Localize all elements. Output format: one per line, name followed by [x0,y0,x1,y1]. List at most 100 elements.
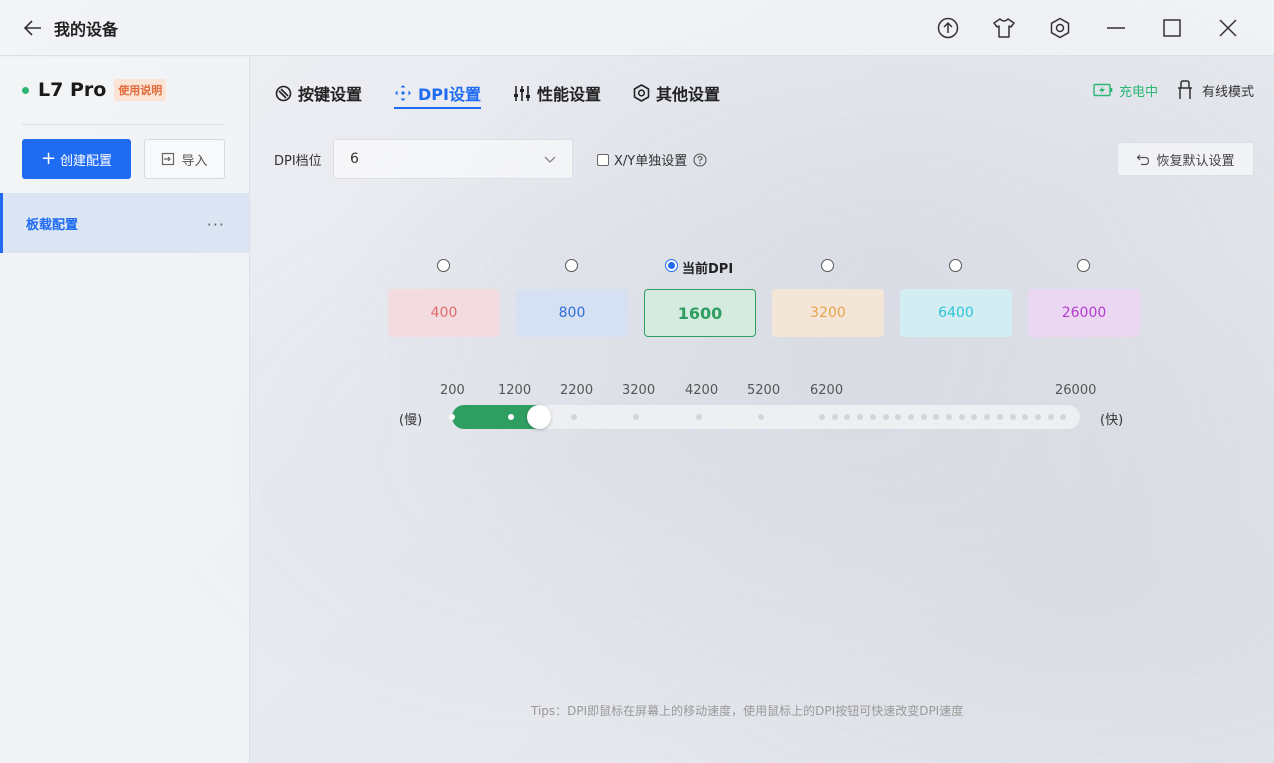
tab-label: DPI设置 [418,85,481,104]
dpi-preset-radio[interactable] [565,259,578,272]
dpi-icon [395,85,412,101]
import-label: 导入 [181,153,208,169]
more-options-icon[interactable]: ··· [207,215,225,234]
connection-mode: 有线模式 [1176,80,1254,100]
upload-icon[interactable] [920,0,976,56]
import-button[interactable]: 导入 [144,139,225,179]
sliders-icon [513,85,530,101]
slider-step-dot [832,414,838,420]
slider-tick-label: 6200 [810,383,844,398]
dpi-preset-radio[interactable] [949,259,962,272]
undo-icon [1137,154,1150,166]
manual-link[interactable]: 使用说明 [114,79,167,101]
reset-default-label: 恢复默认设置 [1156,153,1235,169]
slider-step-dot [508,414,514,420]
slider-step-dot [921,414,927,420]
tab-performance-settings[interactable]: 性能设置 [513,78,601,108]
settings-hexagon-icon[interactable] [1032,0,1088,56]
slider-step-dot [933,414,939,420]
window-title: 我的设备 [54,19,119,39]
import-icon [162,152,175,166]
config-item-label: 板载配置 [26,217,79,233]
slider-step-dot [1060,414,1066,420]
slider-max-label: (快) [1100,413,1124,428]
slider-step-dot [449,414,455,420]
connection-status-dot [22,86,29,94]
maximize-icon[interactable] [1144,0,1200,56]
device-name: L7 Pro [38,79,107,101]
slider-step-dot [946,414,952,420]
slider-tick-label: 26000 [1055,383,1097,398]
reset-default-button[interactable]: 恢复默认设置 [1117,142,1254,176]
slider-step-dot [1035,414,1041,420]
slider-step-dot [971,414,977,420]
minimize-icon[interactable] [1088,0,1144,56]
slider-step-dot [1022,414,1028,420]
slider-step-dot [870,414,876,420]
xy-separate-checkbox[interactable] [597,153,609,166]
slider-step-dot [883,414,889,420]
dpi-level-select[interactable]: 6 [333,139,573,179]
chevron-down-icon [544,156,556,163]
config-item-onboard[interactable]: 板载配置 ··· [0,193,249,253]
slider-step-dot [633,414,639,420]
tab-dpi-settings[interactable]: DPI设置 [394,78,481,109]
create-config-label: 创建配置 [60,153,113,169]
dpi-preset-radio[interactable] [1077,259,1090,272]
charging-label: 充电中 [1118,84,1158,100]
slider-tick-label: 5200 [747,383,781,398]
dpi-preset-card[interactable]: 3200 [772,289,884,337]
xy-separate-option: X/Y单独设置 [597,150,707,169]
battery-charging-icon [1093,83,1113,97]
dpi-preset-card[interactable]: 6400 [900,289,1012,337]
slider-tick-label: 200 [440,383,465,398]
xy-separate-label: X/Y单独设置 [614,154,688,169]
slider-step-dot [696,414,702,420]
device-status: 充电中 有线模式 [1093,80,1254,100]
dpi-slider-fill [452,405,540,429]
close-icon[interactable] [1200,0,1256,56]
slider-tick-label: 4200 [685,383,719,398]
slider-step-dot [997,414,1003,420]
wired-connector-icon [1177,80,1192,99]
settings-tabs: 按键设置 DPI设置 性能设置 其他设置 [275,78,720,109]
key-icon [275,85,292,101]
dpi-preset-radio[interactable] [665,259,678,272]
slider-min-label: (慢) [399,413,423,428]
dpi-preset-radio[interactable] [821,259,834,272]
slider-step-dot [908,414,914,420]
divider [22,124,224,125]
title-bar: 我的设备 [0,0,1274,56]
connection-mode-label: 有线模式 [1201,84,1254,100]
slider-step-dot [571,414,577,420]
dpi-preset-card[interactable]: 1600 [644,289,756,337]
back-arrow-icon[interactable] [22,17,44,39]
tab-other-settings[interactable]: 其他设置 [633,78,720,108]
tab-label: 性能设置 [536,85,601,104]
tab-key-settings[interactable]: 按键设置 [275,78,362,108]
hexagon-gear-icon [633,84,650,102]
dpi-preset-card[interactable]: 400 [388,289,500,337]
charging-status: 充电中 [1093,81,1158,100]
slider-tick-label: 3200 [622,383,656,398]
dpi-preset-radio[interactable] [437,259,450,272]
slider-step-dot [1048,414,1054,420]
slider-tick-label: 1200 [498,383,532,398]
slider-step-dot [959,414,965,420]
dpi-preset-card[interactable]: 800 [516,289,628,337]
tips-text: Tips：DPI即鼠标在屏幕上的移动速度，使用鼠标上的DPI按钮可快速改变DPI… [531,704,964,718]
slider-step-dot [895,414,901,420]
tshirt-icon[interactable] [976,0,1032,56]
create-config-button[interactable]: + 创建配置 [22,139,131,179]
slider-step-dot [1010,414,1016,420]
slider-tick-label: 2200 [560,383,594,398]
tab-label: 其他设置 [656,85,721,104]
slider-step-dot [844,414,850,420]
current-dpi-label: 当前DPI [682,262,734,277]
slider-step-dot [758,414,764,420]
help-icon[interactable] [693,152,707,167]
dpi-level-value: 6 [350,151,359,167]
dpi-preset-card[interactable]: 26000 [1028,289,1140,337]
sidebar: L7 Pro 使用说明 + 创建配置 导入 板载配置 ··· [0,57,250,763]
tab-label: 按键设置 [298,85,363,104]
